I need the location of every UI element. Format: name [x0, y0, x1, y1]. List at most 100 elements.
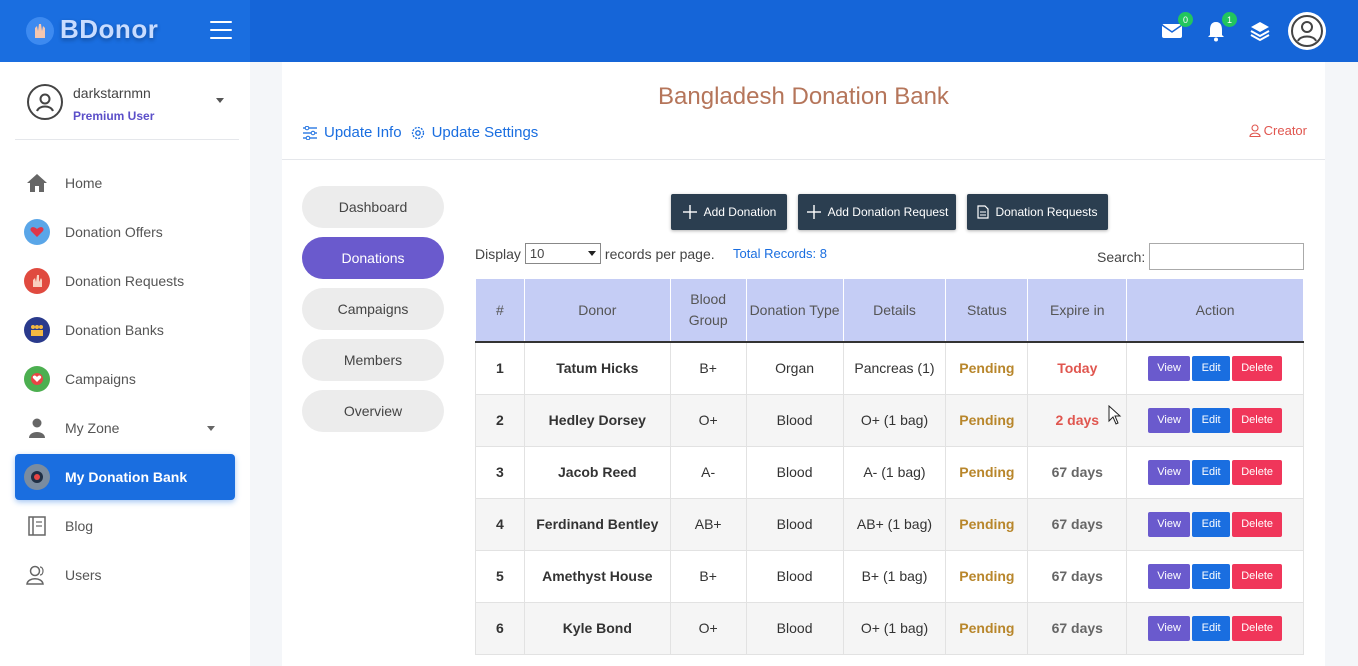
creator-link[interactable]: Creator: [1249, 123, 1307, 138]
status-badge: Pending: [945, 601, 1029, 655]
card-links: Update Info Update Settings: [302, 124, 546, 141]
delete-button[interactable]: Delete: [1232, 511, 1283, 537]
tab-members[interactable]: Members: [302, 339, 444, 381]
view-button[interactable]: View: [1148, 355, 1191, 381]
profile-avatar-icon[interactable]: [1288, 12, 1326, 50]
sidebar-item-donation-requests[interactable]: Donation Requests: [15, 258, 235, 304]
update-settings-link[interactable]: Update Settings: [410, 124, 538, 141]
sidebar-item-campaigns[interactable]: Campaigns: [15, 356, 235, 402]
display-label: Display: [475, 245, 521, 262]
column-header[interactable]: Expire in: [1027, 279, 1128, 342]
column-header[interactable]: Blood Group: [669, 279, 747, 342]
sidebar-item-my-zone[interactable]: My Zone: [15, 405, 235, 451]
search-input[interactable]: [1149, 243, 1304, 270]
plus-icon: [806, 205, 821, 219]
delete-button[interactable]: Delete: [1232, 459, 1283, 485]
user-outline-icon: [1249, 124, 1261, 137]
update-info-link[interactable]: Update Info: [302, 124, 402, 141]
delete-button[interactable]: Delete: [1232, 355, 1283, 381]
donation-details: AB+ (1 bag): [842, 497, 947, 551]
add-donation-request-label: Add Donation Request: [827, 205, 949, 219]
tab-campaigns[interactable]: Campaigns: [302, 288, 444, 330]
sidebar-item-label: Donation Banks: [65, 322, 164, 338]
edit-button[interactable]: Edit: [1192, 407, 1231, 433]
tab-dashboard[interactable]: Dashboard: [302, 186, 444, 228]
row-number: 6: [475, 601, 525, 655]
sidebar-item-blog[interactable]: Blog: [15, 503, 235, 549]
status-badge: Pending: [945, 445, 1029, 499]
blood-group: AB+: [669, 497, 747, 551]
sidebar-item-label: Donation Offers: [65, 224, 163, 240]
sliders-icon: [303, 125, 317, 140]
donor-name: Tatum Hicks: [523, 341, 671, 395]
view-button[interactable]: View: [1148, 407, 1191, 433]
divider: [282, 159, 1325, 160]
table-row: 4 Ferdinand Bentley AB+ Blood AB+ (1 bag…: [475, 497, 1304, 551]
brand[interactable]: BDonor: [0, 0, 250, 62]
edit-button[interactable]: Edit: [1192, 511, 1231, 537]
column-header[interactable]: #: [475, 279, 525, 342]
edit-button[interactable]: Edit: [1192, 459, 1231, 485]
column-header[interactable]: Details: [842, 279, 947, 342]
row-actions: View Edit Delete: [1126, 497, 1304, 551]
per-page-suffix: records per page.: [604, 245, 715, 262]
donor-name: Amethyst House: [523, 549, 671, 603]
delete-button[interactable]: Delete: [1232, 563, 1283, 589]
page-title: Bangladesh Donation Bank: [658, 83, 949, 110]
chevron-down-icon[interactable]: [216, 98, 224, 103]
person-icon: [23, 414, 51, 442]
per-page-value: 10: [529, 246, 545, 261]
expire-in: 67 days: [1027, 497, 1128, 551]
add-donation-request-button[interactable]: Add Donation Request: [798, 194, 956, 230]
people-icon: [23, 316, 51, 344]
donation-requests-button[interactable]: Donation Requests: [967, 194, 1108, 230]
view-button[interactable]: View: [1148, 615, 1191, 641]
edit-button[interactable]: Edit: [1192, 355, 1231, 381]
column-header: Action: [1126, 279, 1304, 342]
view-button[interactable]: View: [1148, 511, 1191, 537]
status-badge: Pending: [945, 549, 1029, 603]
mail-icon[interactable]: 0: [1159, 12, 1193, 44]
blood-group: O+: [669, 393, 747, 447]
notification-count-badge: 1: [1222, 12, 1237, 27]
per-page-select[interactable]: 10: [524, 243, 601, 264]
edit-button[interactable]: Edit: [1192, 615, 1231, 641]
delete-button[interactable]: Delete: [1232, 407, 1283, 433]
update-info-label: Update Info: [324, 124, 402, 141]
column-header[interactable]: Donation Type: [745, 279, 844, 342]
tab-overview[interactable]: Overview: [302, 390, 444, 432]
row-actions: View Edit Delete: [1126, 445, 1304, 499]
brand-logo-icon: [26, 17, 54, 45]
donation-type: Blood: [745, 393, 844, 447]
donation-type: Blood: [745, 497, 844, 551]
sidebar-item-home[interactable]: Home: [15, 160, 235, 206]
tab-donations[interactable]: Donations: [302, 237, 444, 279]
heart-hand-icon: [23, 218, 51, 246]
hamburger-menu-icon[interactable]: [210, 21, 232, 41]
sidebar-item-my-donation-bank[interactable]: My Donation Bank: [15, 454, 235, 500]
row-number: 4: [475, 497, 525, 551]
sidebar-item-users[interactable]: Users: [15, 552, 235, 598]
sidebar-item-label: Users: [65, 567, 102, 583]
bell-icon[interactable]: 1: [1203, 12, 1237, 44]
add-donation-button[interactable]: Add Donation: [671, 194, 787, 230]
layers-icon[interactable]: [1247, 18, 1273, 44]
sidebar: darkstarnmn Premium User Home Donation O…: [0, 62, 250, 666]
view-button[interactable]: View: [1148, 459, 1191, 485]
column-header[interactable]: Donor: [523, 279, 671, 342]
donations-table: # Donor Blood Group Donation Type Detail…: [475, 279, 1304, 655]
edit-button[interactable]: Edit: [1192, 563, 1231, 589]
user-panel[interactable]: darkstarnmn Premium User: [15, 62, 239, 140]
sidebar-item-label: My Donation Bank: [65, 469, 188, 485]
gear-icon: [411, 126, 424, 139]
sidebar-item-donation-offers[interactable]: Donation Offers: [15, 209, 235, 255]
donation-details: O+ (1 bag): [842, 393, 947, 447]
column-header[interactable]: Status: [945, 279, 1029, 342]
view-button[interactable]: View: [1148, 563, 1191, 589]
delete-button[interactable]: Delete: [1232, 615, 1283, 641]
sidebar-item-label: Blog: [65, 518, 94, 534]
table-header-row: # Donor Blood Group Donation Type Detail…: [475, 279, 1304, 342]
hand-icon: [23, 267, 51, 295]
sidebar-item-donation-banks[interactable]: Donation Banks: [15, 307, 235, 353]
row-number: 3: [475, 445, 525, 499]
